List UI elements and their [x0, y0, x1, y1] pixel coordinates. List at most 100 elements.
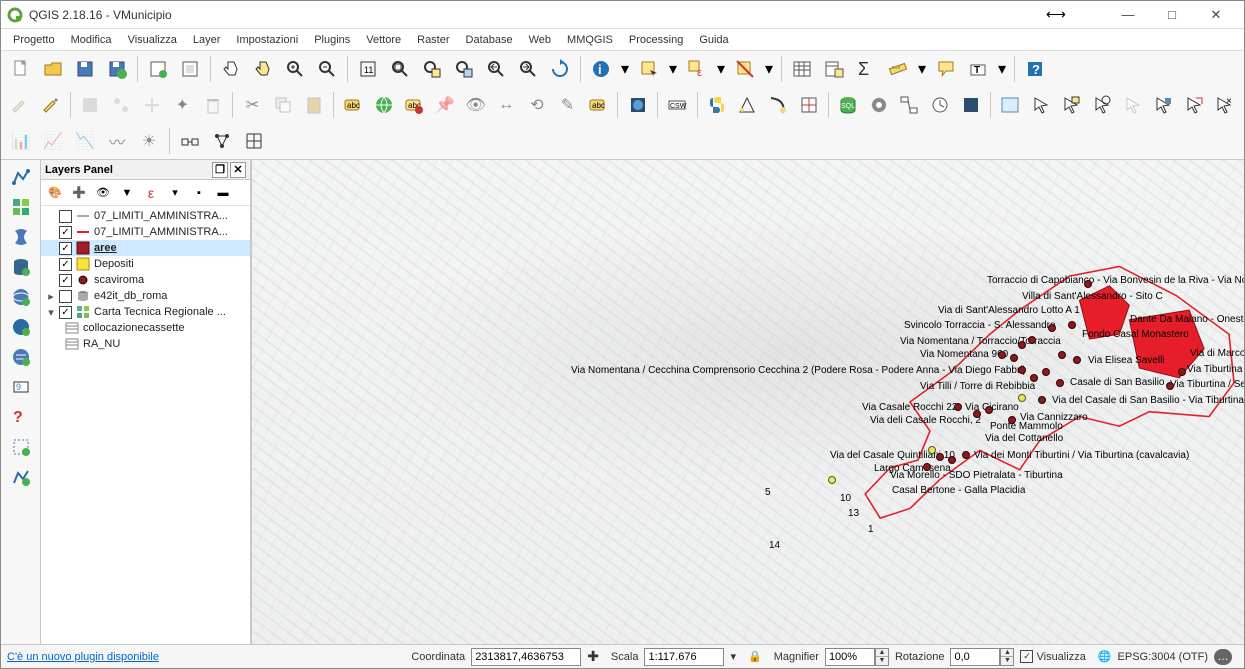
pan-to-selection-button[interactable] [248, 54, 278, 84]
layer-checkbox[interactable]: ✓ [59, 306, 72, 319]
pan-button[interactable] [216, 54, 246, 84]
layer-item[interactable]: 07_LIMITI_AMMINISTRA... [41, 208, 250, 224]
expand-icon[interactable]: ▸ [45, 290, 57, 303]
help-button[interactable]: ? [1020, 54, 1050, 84]
processing-model-button[interactable] [895, 90, 924, 120]
show-labels-button[interactable]: 👁 [461, 90, 490, 120]
messages-button[interactable]: … [1214, 649, 1232, 665]
layer-item[interactable]: ✓scaviroma [41, 272, 250, 288]
georeference-button[interactable] [794, 90, 823, 120]
select-invert-button[interactable]: × [1210, 90, 1239, 120]
layer-expand-button[interactable]: ▾ [164, 182, 186, 204]
menu-vettore[interactable]: Vettore [358, 32, 409, 48]
menu-web[interactable]: Web [521, 32, 559, 48]
scale-dropdown[interactable]: ▾ [730, 650, 736, 663]
layer-expr-button[interactable]: ε [140, 182, 162, 204]
add-spatialite-button[interactable] [5, 223, 37, 251]
add-feature-button[interactable] [107, 90, 136, 120]
move-feature-button[interactable] [137, 90, 166, 120]
web-button[interactable] [370, 90, 399, 120]
identify-dropdown[interactable]: ▾ [618, 54, 632, 84]
layer-add-group-button[interactable]: ➕ [68, 182, 90, 204]
add-delimited-button[interactable]: 9 [5, 373, 37, 401]
change-label-button[interactable]: ✎ [553, 90, 582, 120]
coord-input[interactable] [471, 648, 581, 666]
zoom-to-selection-button[interactable] [417, 54, 447, 84]
raster-stretch-button[interactable]: 📈 [38, 126, 68, 156]
layer-remove-button[interactable]: ▬ [212, 182, 234, 204]
layer-styling-button[interactable]: 🎨 [44, 182, 66, 204]
add-vector-button[interactable] [5, 163, 37, 191]
snapping-button[interactable] [175, 126, 205, 156]
close-button[interactable]: ✕ [1194, 4, 1238, 26]
bookmarks-button[interactable]: T [963, 54, 993, 84]
zoom-in-button[interactable] [280, 54, 310, 84]
deselect-dropdown[interactable]: ▾ [762, 54, 776, 84]
magnifier-spinner[interactable]: ▲▼ [875, 648, 889, 666]
menu-plugins[interactable]: Plugins [306, 32, 358, 48]
select-radius-button[interactable] [1118, 90, 1147, 120]
expand-icon[interactable]: ▾ [45, 306, 57, 319]
zoom-native-button[interactable]: 11 [353, 54, 383, 84]
raster-full-button[interactable]: 〰 [102, 126, 132, 156]
layer-item[interactable]: ▾✓Carta Tecnica Regionale ... [41, 304, 250, 320]
layer-tree[interactable]: 07_LIMITI_AMMINISTRA...✓07_LIMITI_AMMINI… [41, 206, 250, 644]
label-highlight-button[interactable]: abc [400, 90, 429, 120]
scale-input[interactable] [644, 648, 724, 666]
layer-checkbox[interactable]: ✓ [59, 242, 72, 255]
open-project-button[interactable] [38, 54, 68, 84]
grid-button[interactable] [239, 126, 269, 156]
select-free-button[interactable] [1088, 90, 1117, 120]
magnifier-input[interactable] [825, 648, 875, 666]
add-wfs-button[interactable] [5, 343, 37, 371]
select-arrow-button[interactable] [1027, 90, 1056, 120]
save-as-button[interactable] [102, 54, 132, 84]
scale-lock-icon[interactable]: 🔒 [748, 650, 762, 663]
bookmarks-dropdown[interactable]: ▾ [995, 54, 1009, 84]
select-button[interactable] [634, 54, 664, 84]
save-edits-button[interactable] [76, 90, 105, 120]
layer-item[interactable]: ✓Depositi [41, 256, 250, 272]
select-poly-button[interactable] [1057, 90, 1086, 120]
render-checkbox[interactable]: ✓ [1020, 650, 1033, 663]
layer-item[interactable]: collocazionecassette [41, 320, 250, 336]
layer-collapse-button[interactable]: ▪ [188, 182, 210, 204]
layer-visibility-button[interactable]: 👁 [92, 182, 114, 204]
menu-guida[interactable]: Guida [691, 32, 736, 48]
maximize-button[interactable]: □ [1150, 4, 1194, 26]
select-expression-dropdown[interactable]: ▾ [714, 54, 728, 84]
node-tool-button[interactable]: ✦ [168, 90, 197, 120]
menu-visualizza[interactable]: Visualizza [120, 32, 185, 48]
attribute-table-button[interactable] [787, 54, 817, 84]
print-composer-button[interactable] [143, 54, 173, 84]
layer-checkbox[interactable] [59, 210, 72, 223]
grass-button[interactable] [996, 90, 1025, 120]
plugin-update-link[interactable]: C'è un nuovo plugin disponibile [7, 651, 159, 663]
add-wcs-button[interactable] [5, 313, 37, 341]
layer-item[interactable]: ✓aree [41, 240, 250, 256]
extents-icon[interactable]: ✚ [587, 648, 599, 665]
composer-manager-button[interactable] [175, 54, 205, 84]
layer-checkbox[interactable] [59, 290, 72, 303]
panel-float-button[interactable]: ❐ [212, 162, 228, 178]
menu-mmqgis[interactable]: MMQGIS [559, 32, 621, 48]
field-calculator-button[interactable] [819, 54, 849, 84]
save-project-button[interactable] [70, 54, 100, 84]
db-sql-button[interactable]: SQL [834, 90, 863, 120]
processing-toolbox-button[interactable] [865, 90, 894, 120]
move-label-button[interactable]: ↔ [492, 90, 521, 120]
menu-database[interactable]: Database [458, 32, 521, 48]
coord-capture-button[interactable] [733, 90, 762, 120]
deselect-button[interactable] [730, 54, 760, 84]
menu-impostazioni[interactable]: Impostazioni [228, 32, 306, 48]
statistics-button[interactable]: Σ [851, 54, 881, 84]
zoom-to-layer-button[interactable] [449, 54, 479, 84]
select-all-button[interactable] [1149, 90, 1178, 120]
raster-hist-button[interactable]: 📊 [6, 126, 36, 156]
add-postgis-button[interactable] [5, 253, 37, 281]
layer-item[interactable]: RA_NU [41, 336, 250, 352]
cut-button[interactable]: ✂ [238, 90, 267, 120]
raster-bright-button[interactable]: ☀ [134, 126, 164, 156]
add-raster-button[interactable] [5, 193, 37, 221]
measure-dropdown[interactable]: ▾ [915, 54, 929, 84]
